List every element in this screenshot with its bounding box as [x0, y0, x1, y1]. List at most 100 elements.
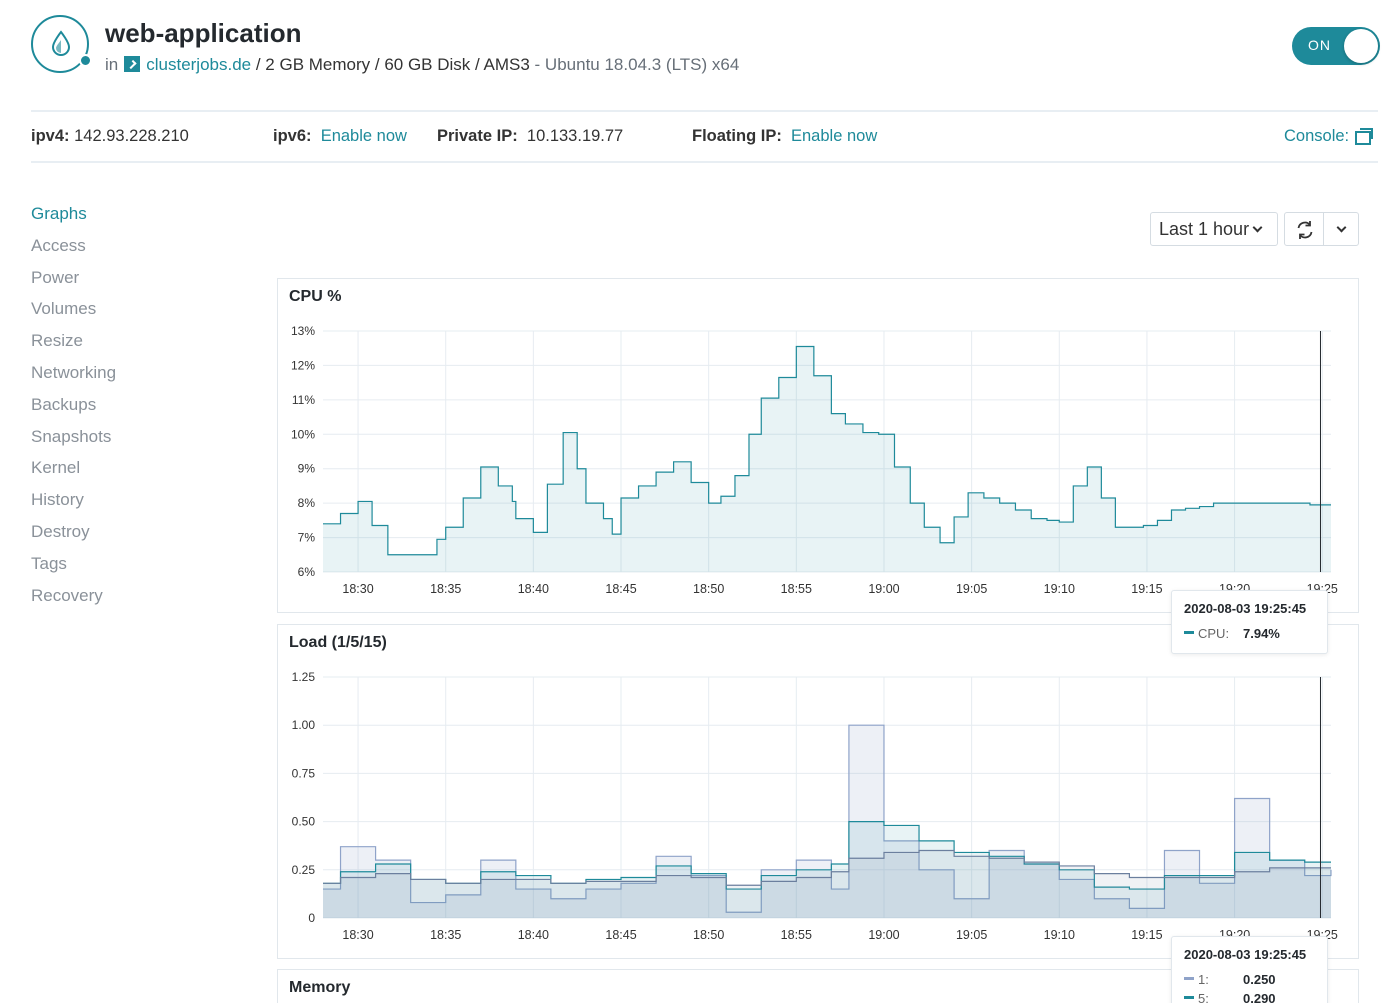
sidebar-item-graphs[interactable]: Graphs	[31, 203, 231, 235]
x-tick-label: 18:30	[342, 582, 373, 596]
tooltip-row: 5: 0.290	[1184, 991, 1276, 1003]
y-tick-label: 0.75	[292, 766, 316, 780]
ipv6-label: ipv6:	[273, 127, 312, 145]
sidebar-item-recovery[interactable]: Recovery	[31, 585, 231, 617]
y-tick-label: 0.50	[292, 815, 316, 829]
floating-ip-label: Floating IP:	[692, 127, 782, 145]
droplet-sidebar: Graphs Access Power Volumes Resize Netwo…	[31, 203, 231, 616]
sidebar-item-tags[interactable]: Tags	[31, 553, 231, 585]
divider	[31, 161, 1378, 163]
x-tick-label: 19:10	[1044, 928, 1075, 942]
power-toggle-label: ON	[1308, 37, 1331, 53]
ipv6-info: ipv6: Enable now	[273, 127, 407, 146]
time-range-dropdown[interactable]: Last 1 hour	[1150, 212, 1278, 246]
refresh-button[interactable]	[1284, 212, 1324, 246]
tooltip-value: 0.290	[1243, 991, 1276, 1003]
divider	[31, 110, 1378, 112]
power-toggle[interactable]: ON	[1292, 27, 1380, 65]
y-tick-label: 13%	[291, 324, 315, 338]
y-tick-label: 10%	[291, 427, 315, 441]
ipv4-value[interactable]: 142.93.228.210	[74, 127, 189, 145]
sidebar-item-power[interactable]: Power	[31, 267, 231, 299]
private-ip-label: Private IP:	[437, 127, 518, 145]
sidebar-item-history[interactable]: History	[31, 489, 231, 521]
x-tick-label: 18:40	[518, 582, 549, 596]
floating-ip-enable-link[interactable]: Enable now	[791, 127, 877, 145]
in-label: in	[105, 55, 119, 74]
y-tick-label: 1.00	[292, 718, 316, 732]
x-tick-label: 18:40	[518, 928, 549, 942]
droplet-specs: / 2 GB Memory / 60 GB Disk / AMS3	[251, 55, 530, 74]
console-label: Console:	[1284, 127, 1350, 145]
tooltip-time: 2020-08-03 19:25:45	[1184, 601, 1307, 616]
sidebar-item-networking[interactable]: Networking	[31, 362, 231, 394]
tooltip-label: CPU:	[1198, 626, 1230, 641]
refresh-options-button[interactable]	[1323, 212, 1359, 246]
floating-ip-info: Floating IP: Enable now	[692, 127, 877, 146]
external-window-icon	[1355, 128, 1374, 145]
x-tick-label: 18:30	[342, 928, 373, 942]
x-tick-label: 18:55	[781, 582, 812, 596]
refresh-icon	[1297, 221, 1313, 239]
y-tick-label: 1.25	[292, 670, 316, 684]
series-swatch	[1184, 977, 1194, 980]
load-tooltip: 2020-08-03 19:25:45 1: 0.250 5: 0.290	[1171, 936, 1328, 1003]
x-tick-label: 19:05	[956, 582, 987, 596]
ipv6-enable-link[interactable]: Enable now	[321, 127, 407, 145]
x-tick-label: 18:45	[605, 582, 636, 596]
ipv4-label: ipv4:	[31, 127, 70, 145]
time-range-label: Last 1 hour	[1159, 219, 1250, 239]
ipv4-info: ipv4: 142.93.228.210	[31, 127, 189, 146]
chevron-down-icon	[1252, 222, 1263, 233]
tooltip-row: 1: 0.250	[1184, 972, 1276, 987]
sidebar-item-backups[interactable]: Backups	[31, 394, 231, 426]
sidebar-item-volumes[interactable]: Volumes	[31, 298, 231, 330]
x-tick-label: 19:15	[1131, 582, 1162, 596]
x-tick-label: 18:45	[605, 928, 636, 942]
x-tick-label: 18:35	[430, 928, 461, 942]
y-tick-label: 6%	[298, 565, 316, 579]
y-tick-label: 0.25	[292, 863, 316, 877]
cpu-tooltip: 2020-08-03 19:25:45 CPU: 7.94%	[1171, 590, 1328, 654]
private-ip-info: Private IP: 10.133.19.77	[437, 127, 623, 146]
droplet-header: web-application in clusterjobs.de / 2 GB …	[0, 0, 1400, 110]
sidebar-item-destroy[interactable]: Destroy	[31, 521, 231, 553]
sidebar-item-resize[interactable]: Resize	[31, 330, 231, 362]
y-tick-label: 9%	[298, 462, 316, 476]
tooltip-label: 5:	[1198, 991, 1209, 1003]
ip-bar: ipv4: 142.93.228.210 ipv6: Enable now Pr…	[0, 125, 1400, 151]
series-swatch	[1184, 996, 1194, 999]
console-link[interactable]: Console:	[1284, 127, 1374, 146]
water-drop-icon	[51, 30, 71, 56]
x-tick-label: 19:10	[1044, 582, 1075, 596]
y-tick-label: 8%	[298, 496, 316, 510]
x-tick-label: 18:55	[781, 928, 812, 942]
sidebar-item-kernel[interactable]: Kernel	[31, 457, 231, 489]
sidebar-item-snapshots[interactable]: Snapshots	[31, 426, 231, 458]
series-area	[323, 346, 1331, 572]
droplet-subtitle: in clusterjobs.de / 2 GB Memory / 60 GB D…	[105, 55, 739, 75]
project-icon	[124, 56, 141, 72]
toggle-knob	[1344, 29, 1378, 63]
x-tick-label: 19:00	[868, 582, 899, 596]
tooltip-time: 2020-08-03 19:25:45	[1184, 947, 1307, 962]
tooltip-value: 7.94%	[1243, 626, 1280, 641]
droplet-os: - Ubuntu 18.04.3 (LTS) x64	[529, 55, 740, 74]
sidebar-item-access[interactable]: Access	[31, 235, 231, 267]
x-tick-label: 18:50	[693, 928, 724, 942]
private-ip-value[interactable]: 10.133.19.77	[527, 127, 623, 145]
y-tick-label: 11%	[292, 393, 315, 407]
cpu-chart[interactable]: 6% 7% 8% 9% 10% 11% 12% 13% 18:30 18:35 18:40 18:45…	[278, 279, 1360, 614]
series-swatch	[1184, 631, 1194, 634]
tooltip-label: 1:	[1198, 972, 1209, 987]
tooltip-value: 0.250	[1243, 972, 1276, 987]
droplet-icon	[31, 15, 92, 73]
y-tick-label: 12%	[291, 358, 315, 372]
x-tick-label: 18:50	[693, 582, 724, 596]
chevron-down-icon	[1336, 222, 1347, 233]
cpu-chart-panel: CPU % 6% 7% 8% 9% 10% 11% 12% 13% 18:30 18:35 18:4…	[277, 278, 1359, 613]
x-tick-label: 18:35	[430, 582, 461, 596]
y-tick-label: 0	[308, 911, 315, 925]
load-chart[interactable]: 0 0.25 0.50 0.75 1.00 1.25 18:30 18:35 18:40 18:4…	[278, 625, 1360, 960]
project-link[interactable]: clusterjobs.de	[146, 55, 251, 74]
